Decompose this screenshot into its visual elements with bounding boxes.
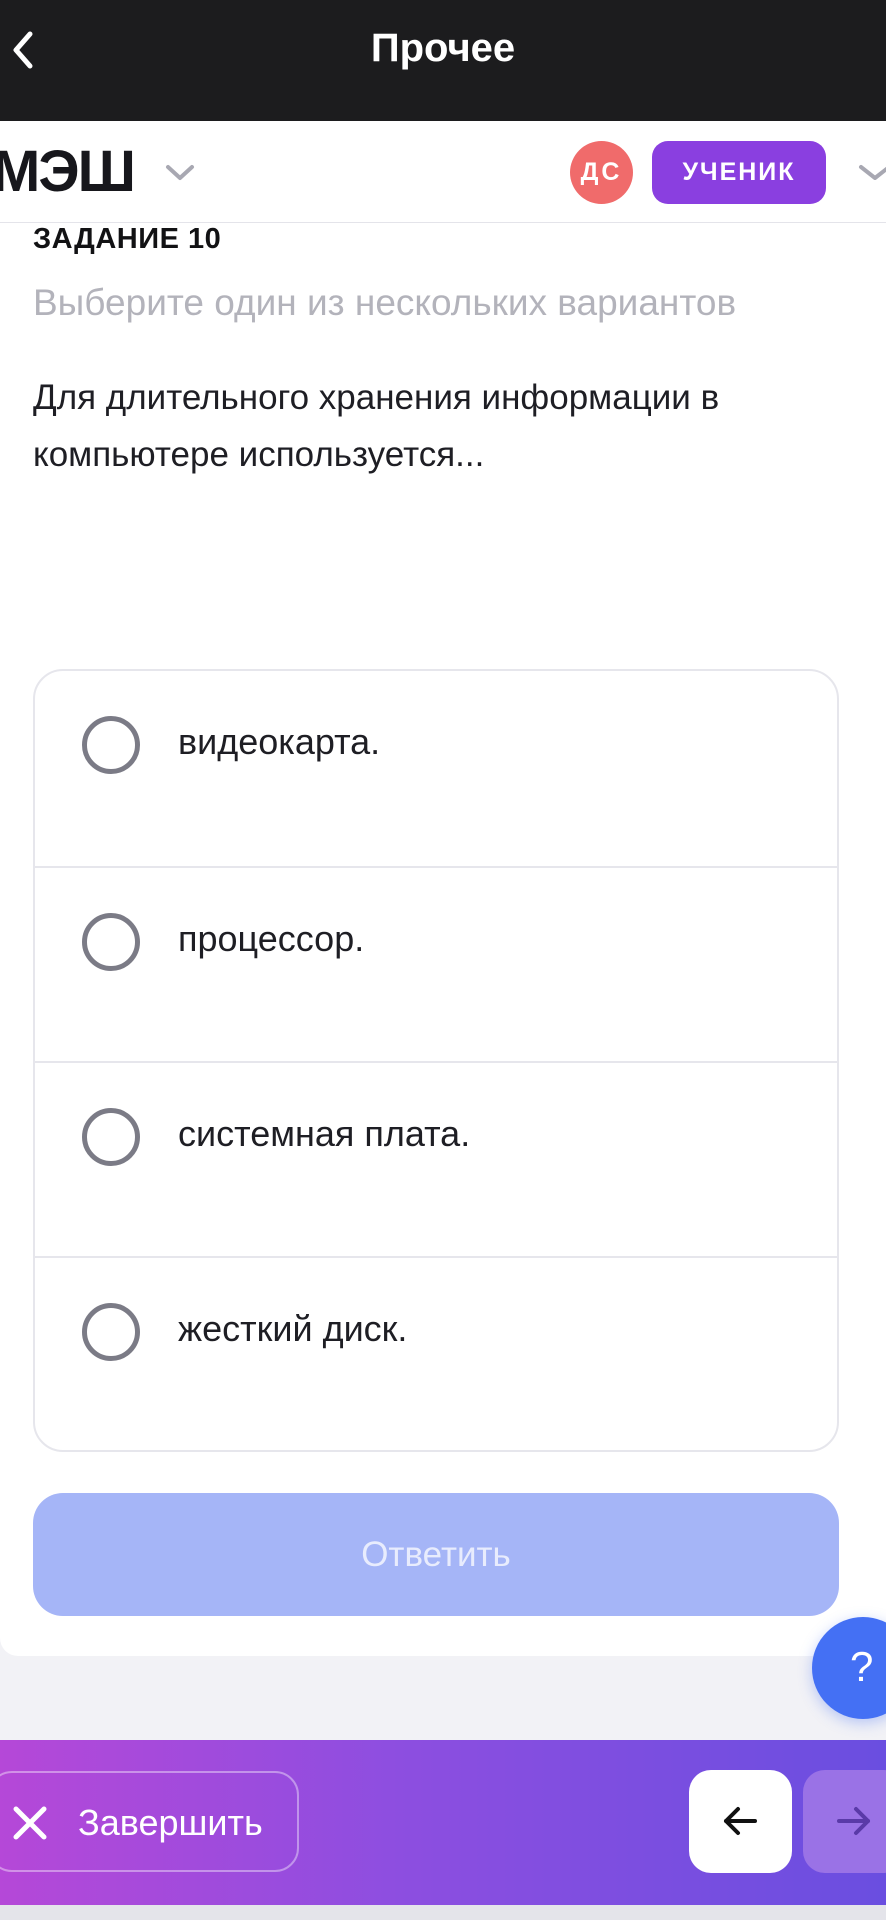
avatar[interactable]: ДС [570,141,633,204]
finish-button[interactable]: Завершить [0,1771,299,1872]
task-card: ЗАДАНИЕ 10 Выберите один из нескольких в… [0,223,886,1656]
task-hint: Выберите один из нескольких вариантов [33,282,737,323]
answer-option[interactable]: системная плата. [35,1061,837,1256]
chevron-down-icon[interactable] [162,161,198,185]
page-title: Прочее [370,26,516,70]
role-badge[interactable]: УЧЕНИК [652,141,826,204]
close-icon [13,1806,47,1840]
answer-option[interactable]: жесткий диск. [35,1256,837,1450]
mesh-logo[interactable]: МЭШ [0,143,136,201]
bottom-strip [0,1905,886,1920]
question-mark-icon: ? [850,1643,874,1690]
task-title: ЗАДАНИЕ 10 [33,223,222,255]
answer-option-label: системная плата. [178,1113,471,1154]
arrow-left-icon [724,1807,757,1835]
next-task-button[interactable] [803,1770,886,1873]
answer-option[interactable]: процессор. [35,866,837,1061]
arrow-right-icon [837,1807,870,1835]
question-text: Для длительного хранения информации в ко… [33,378,720,474]
bottom-action-bar: Завершить [0,1740,886,1905]
submit-answer-button[interactable]: Ответить [33,1493,839,1616]
answer-option-label: жесткий диск. [178,1308,408,1349]
finish-button-label: Завершить [78,1802,263,1843]
previous-task-button[interactable] [689,1770,792,1873]
answer-option-label: процессор. [178,918,365,959]
radio-button[interactable] [82,716,140,774]
chevron-down-icon[interactable] [855,161,886,185]
radio-button[interactable] [82,1303,140,1361]
answer-options: видеокарта. процессор. системная плата. … [33,669,839,1452]
radio-button[interactable] [82,1108,140,1166]
radio-button[interactable] [82,913,140,971]
answer-option-label: видеокарта. [178,721,381,762]
answer-option[interactable]: видеокарта. [35,671,837,866]
top-navigation-bar: Прочее [0,0,886,121]
app-header: МЭШ ДС УЧЕНИК [0,121,886,223]
